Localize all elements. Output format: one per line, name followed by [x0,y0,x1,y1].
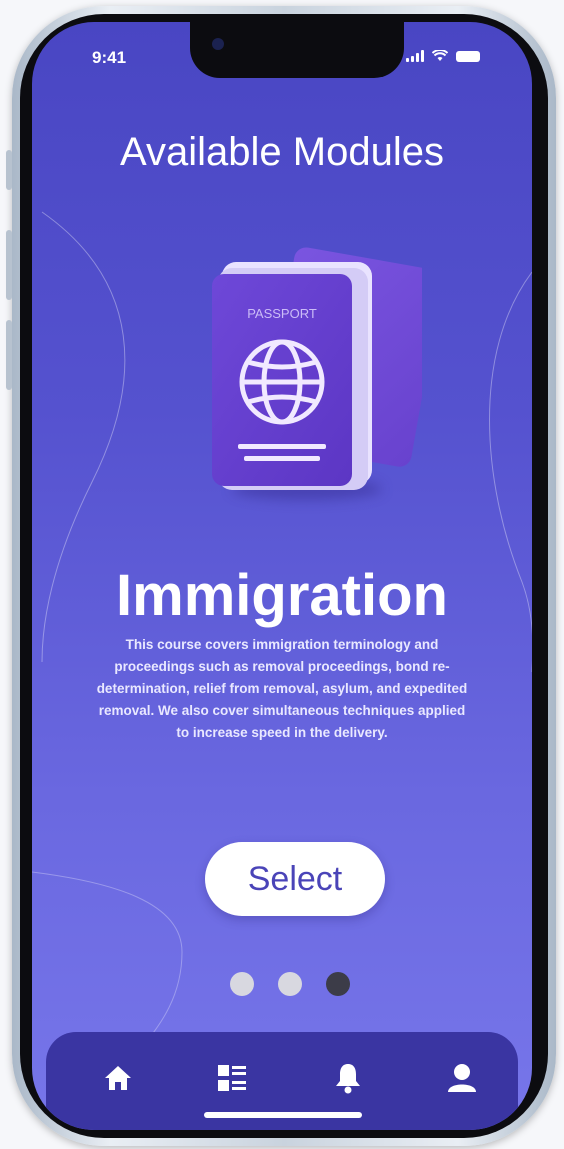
passport-label: PASSPORT [247,306,317,321]
bell-icon [336,1064,360,1094]
home-indicator[interactable] [204,1112,362,1118]
notch [190,22,404,78]
pagination-dots [230,972,350,996]
passport-illustration: PASSPORT [182,232,422,502]
volume-down-button [6,320,12,390]
profile-icon [448,1064,476,1092]
wifi-icon [432,50,448,61]
tab-home[interactable] [98,1058,138,1098]
page-title: Available Modules [120,130,444,174]
volume-up-button [6,230,12,300]
side-button [6,150,12,190]
module-description: This course covers immigration terminolo… [96,637,468,740]
tab-profile[interactable] [442,1058,482,1098]
front-camera [212,38,224,50]
home-icon [105,1066,131,1090]
page-dot-1[interactable] [230,972,254,996]
status-icons [406,50,480,62]
app-screen: 9:41 Available Modules PASSPORT Immigrat… [32,22,532,1130]
status-time: 9:41 [92,48,127,67]
page-dot-3-active[interactable] [326,972,350,996]
signal-icon [406,50,424,62]
tab-notifications[interactable] [328,1058,368,1098]
battery-icon [456,51,480,62]
passport-icon: PASSPORT [212,247,422,490]
select-button[interactable]: Select [205,842,385,916]
page-dot-2[interactable] [278,972,302,996]
tab-modules[interactable] [212,1058,252,1098]
list-icon [218,1065,246,1091]
module-title: Immigration [116,563,448,628]
